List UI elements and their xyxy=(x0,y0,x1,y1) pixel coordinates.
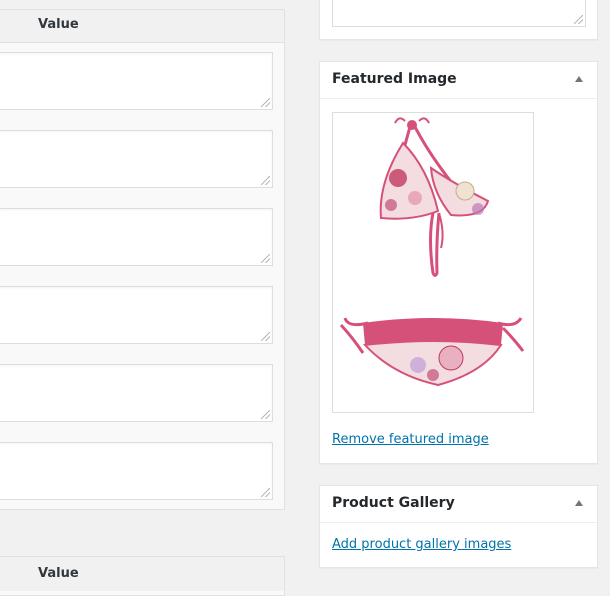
add-gallery-images-link[interactable]: Add product gallery images xyxy=(332,537,511,552)
featured-image-box: Featured Image Remove featured image xyxy=(319,61,598,464)
product-gallery-box: Product Gallery Add product gallery imag… xyxy=(319,485,598,568)
custom-field-value-textarea[interactable] xyxy=(0,286,273,344)
excerpt-box xyxy=(319,0,598,40)
custom-field-value-textarea[interactable] xyxy=(0,52,273,110)
custom-field-value-textarea[interactable] xyxy=(0,130,273,188)
resize-grip-icon[interactable] xyxy=(574,15,583,24)
value-column-header: Value xyxy=(38,17,79,32)
resize-grip-icon[interactable] xyxy=(261,254,270,263)
excerpt-textarea[interactable] xyxy=(332,0,586,27)
custom-fields-header-2: Value xyxy=(0,557,284,591)
custom-fields-header: Value xyxy=(0,10,284,43)
featured-image-title: Featured Image xyxy=(332,71,457,87)
product-gallery-title: Product Gallery xyxy=(332,495,455,511)
featured-image-thumbnail[interactable] xyxy=(332,112,534,413)
resize-grip-icon[interactable] xyxy=(261,488,270,497)
collapse-arrow-icon[interactable] xyxy=(575,76,583,82)
bikini-image xyxy=(339,117,525,387)
product-gallery-header: Product Gallery xyxy=(320,486,597,523)
remove-featured-image-link[interactable]: Remove featured image xyxy=(332,432,489,447)
custom-fields-panel-2: Value xyxy=(0,556,285,596)
custom-fields-panel: Value xyxy=(0,9,285,510)
custom-field-value-textarea[interactable] xyxy=(0,208,273,266)
featured-image-header: Featured Image xyxy=(320,62,597,99)
resize-grip-icon[interactable] xyxy=(261,98,270,107)
custom-field-value-textarea[interactable] xyxy=(0,442,273,500)
value-column-header-2: Value xyxy=(38,566,79,581)
resize-grip-icon[interactable] xyxy=(261,410,270,419)
resize-grip-icon[interactable] xyxy=(261,176,270,185)
collapse-arrow-icon[interactable] xyxy=(575,500,583,506)
resize-grip-icon[interactable] xyxy=(261,332,270,341)
custom-field-value-textarea[interactable] xyxy=(0,364,273,422)
